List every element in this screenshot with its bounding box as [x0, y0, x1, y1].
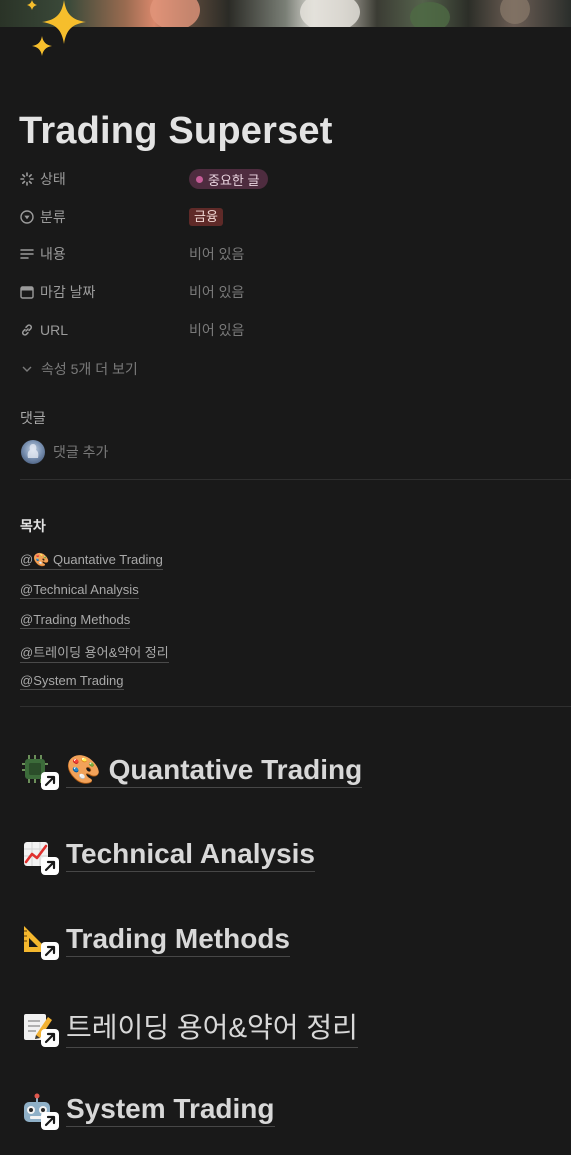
link-arrow-icon — [41, 857, 59, 875]
chip-icon — [20, 752, 59, 790]
calendar-icon — [20, 286, 34, 299]
more-properties-toggle[interactable]: 속성 5개 더 보기 — [21, 359, 138, 379]
add-comment-button[interactable]: 댓글 추가 — [21, 440, 108, 464]
sparkles-icon[interactable] — [26, 0, 98, 64]
divider — [20, 479, 571, 480]
property-value-empty[interactable]: 비어 있음 — [189, 282, 244, 302]
property-value-empty[interactable]: 비어 있음 — [189, 320, 244, 340]
property-name: 마감 날짜 — [40, 284, 96, 300]
divider — [20, 706, 571, 707]
heading-title: 🎨 Quantative Trading — [66, 753, 363, 788]
add-comment-label: 댓글 추가 — [53, 444, 109, 460]
property-value-empty[interactable]: 비어 있음 — [189, 244, 244, 264]
page-link-heading[interactable]: Technical Analysis — [20, 837, 315, 875]
text-icon — [20, 249, 34, 259]
category-tag[interactable]: 금융 — [189, 208, 223, 226]
heading-title: Technical Analysis — [66, 838, 315, 872]
link-arrow-icon — [41, 1112, 59, 1130]
property-content[interactable]: 내용 비어 있음 — [20, 243, 560, 265]
page-link-heading[interactable]: System Trading — [20, 1092, 275, 1130]
avatar — [21, 440, 45, 464]
property-due-date[interactable]: 마감 날짜 비어 있음 — [20, 281, 560, 303]
memo-icon — [20, 1009, 59, 1047]
more-properties-label: 속성 5개 더 보기 — [41, 361, 138, 377]
property-status[interactable]: 상태 중요한 글 — [20, 168, 560, 190]
property-name: 상태 — [40, 171, 66, 187]
toc-link[interactable]: @🎨 Quantative Trading — [20, 552, 163, 570]
heading-title: Trading Methods — [66, 923, 290, 957]
page-link-heading[interactable]: Trading Methods — [20, 922, 290, 960]
status-tag[interactable]: 중요한 글 — [189, 169, 269, 189]
page-link-heading[interactable]: 트레이딩 용어&약어 정리 — [20, 1006, 358, 1048]
link-arrow-icon — [41, 1029, 59, 1047]
toc-link[interactable]: @System Trading — [20, 673, 124, 690]
chart-up-icon — [20, 837, 59, 875]
property-category[interactable]: 분류 금융 — [20, 206, 560, 228]
heading-title: 트레이딩 용어&약어 정리 — [66, 1006, 358, 1048]
comments-heading: 댓글 — [20, 410, 46, 426]
property-url[interactable]: URL 비어 있음 — [20, 319, 560, 341]
page-link-heading[interactable]: 🎨 Quantative Trading — [20, 752, 363, 790]
toc-link[interactable]: @Technical Analysis — [20, 582, 139, 599]
property-name: URL — [40, 322, 69, 338]
link-arrow-icon — [41, 942, 59, 960]
page-title[interactable]: Trading Superset — [19, 110, 333, 153]
status-icon — [20, 172, 34, 186]
link-arrow-icon — [41, 772, 59, 790]
property-name: 분류 — [40, 209, 66, 225]
status-dot — [196, 175, 203, 183]
status-value: 중요한 글 — [208, 172, 260, 188]
toc-link[interactable]: @트레이딩 용어&약어 정리 — [20, 642, 169, 663]
toc-link[interactable]: @Trading Methods — [20, 612, 131, 629]
chevron-down-icon — [22, 366, 32, 372]
select-icon — [20, 210, 34, 224]
toc-heading: 목차 — [20, 518, 46, 534]
heading-title: System Trading — [66, 1093, 275, 1127]
property-name: 내용 — [40, 246, 66, 262]
robot-icon — [20, 1092, 59, 1130]
link-icon — [21, 324, 33, 336]
triangle-ruler-icon — [20, 922, 59, 960]
